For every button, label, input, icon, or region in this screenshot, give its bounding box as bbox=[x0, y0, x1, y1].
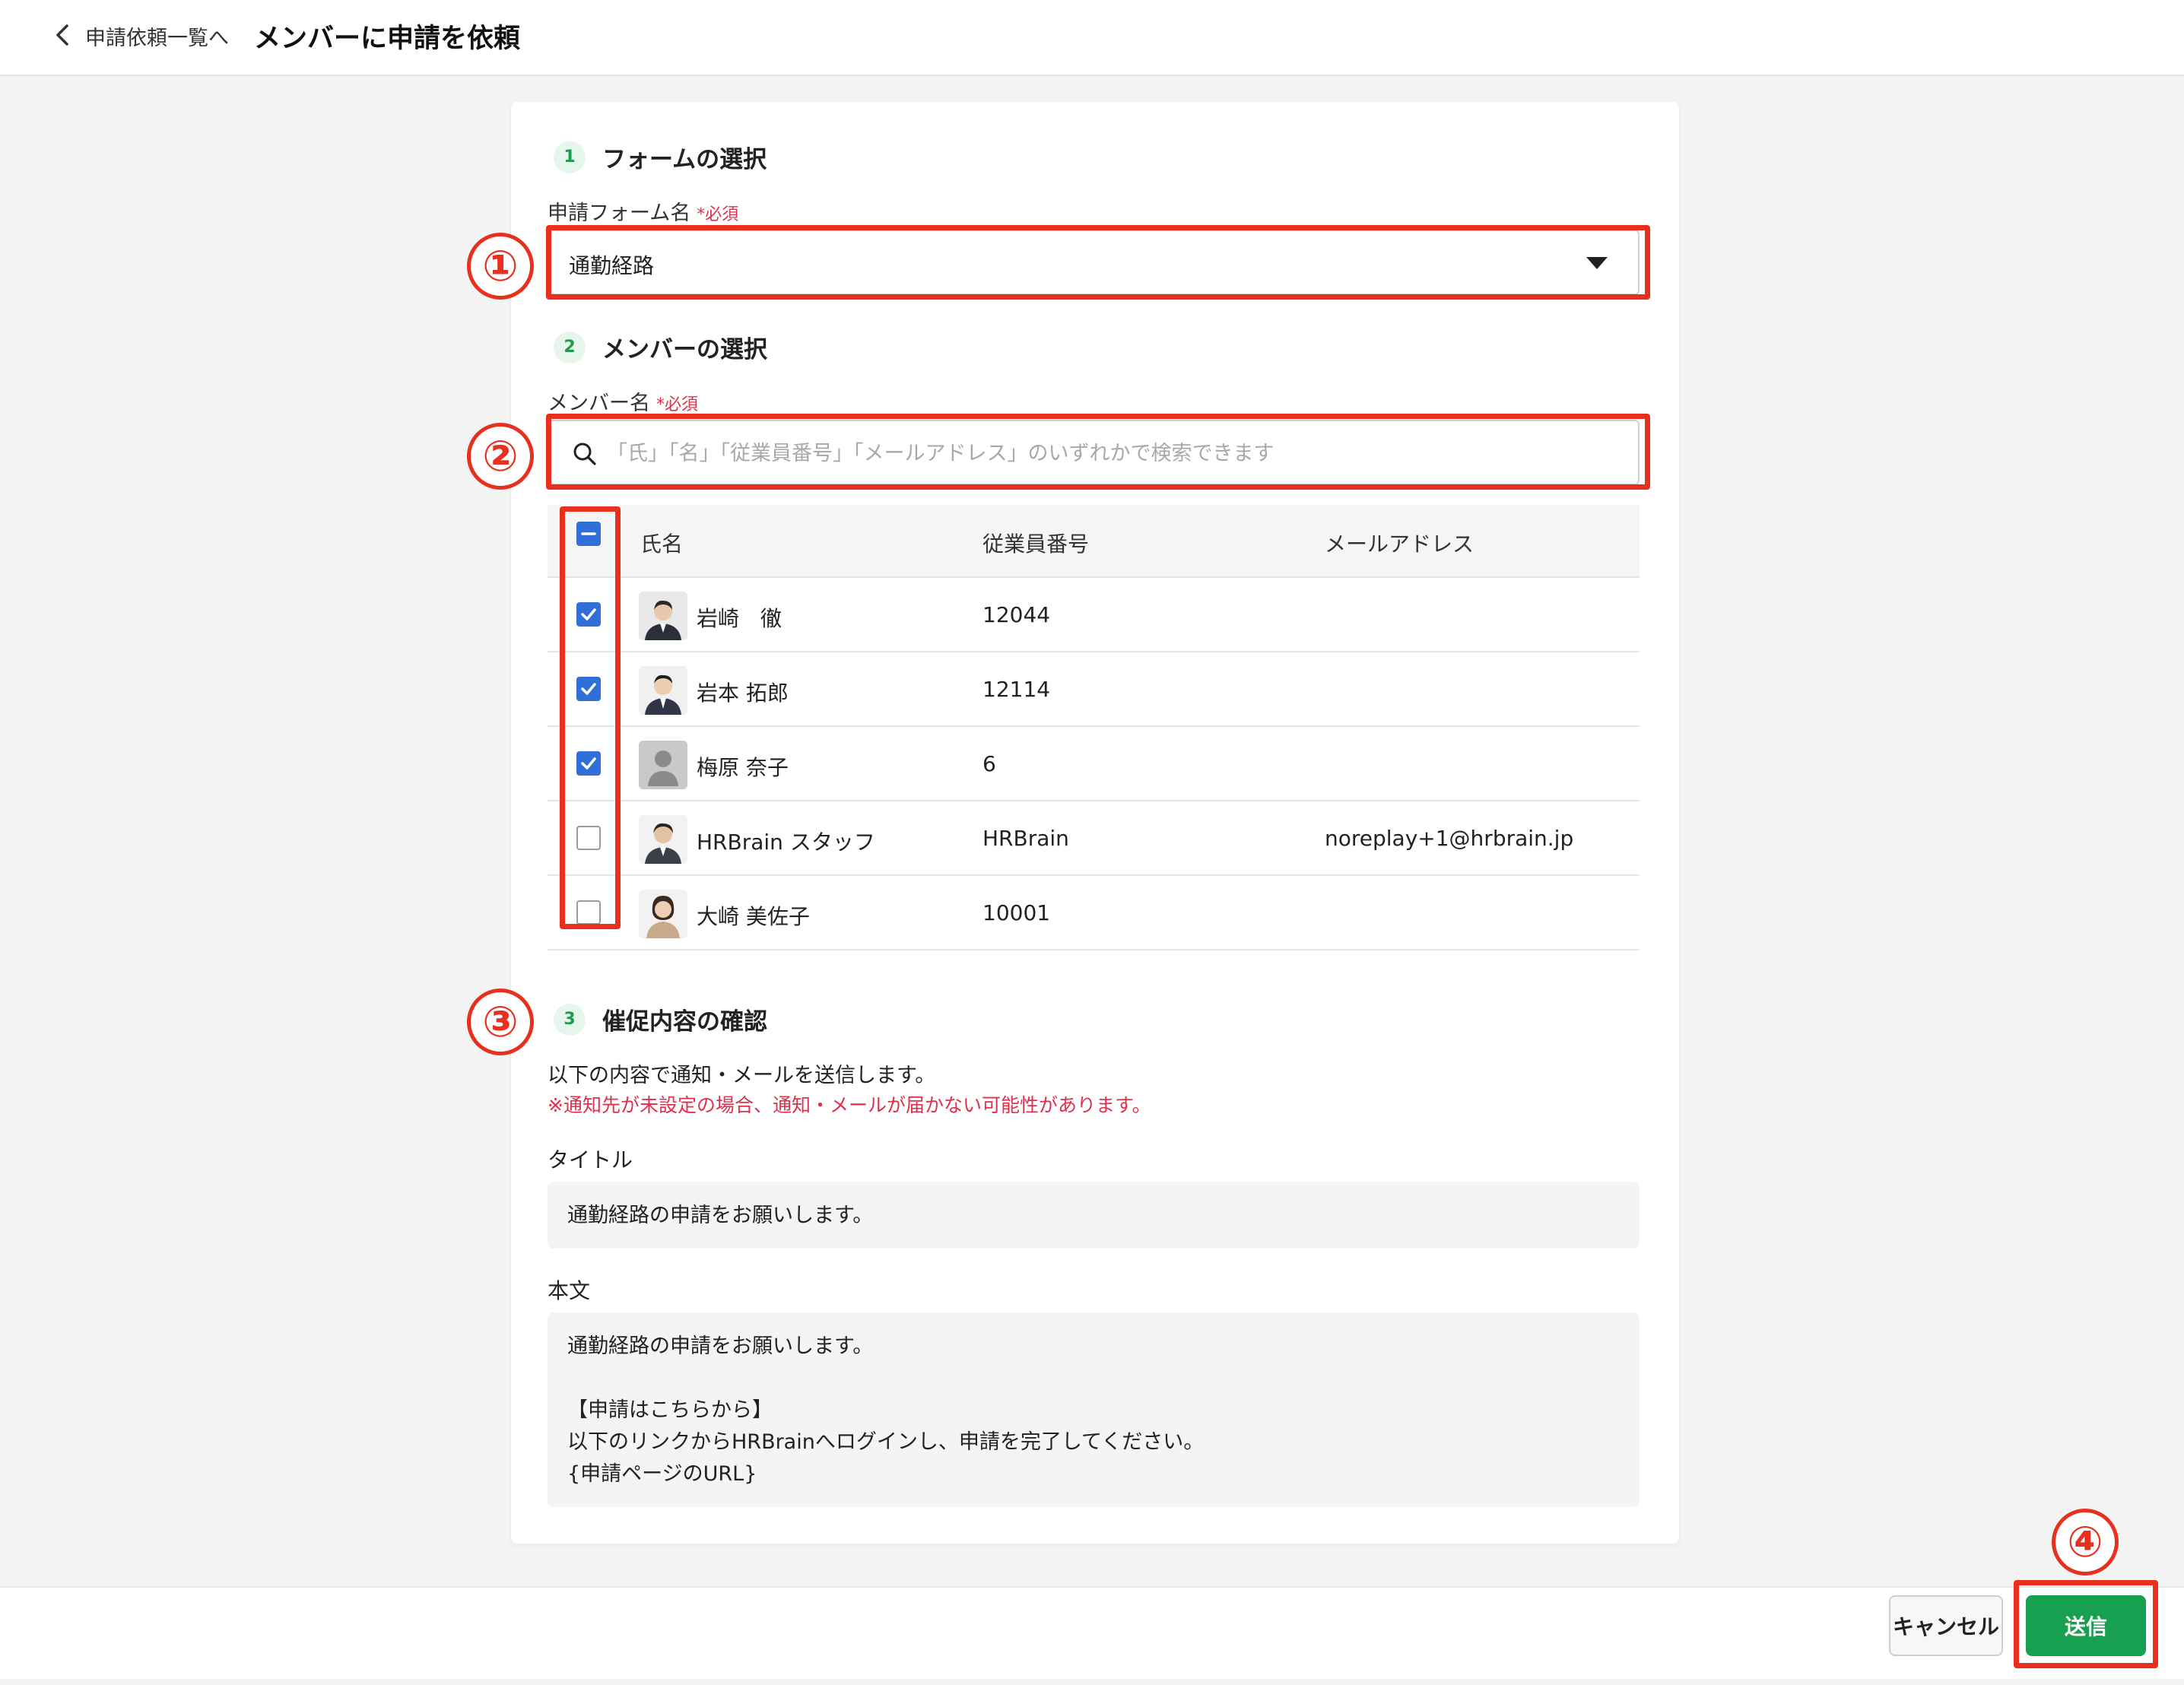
table-header: 氏名 従業員番号 メールアドレス bbox=[548, 505, 1640, 578]
annotation-marker-2: ② bbox=[467, 423, 534, 490]
table-row[interactable]: HRBrain スタッフ HRBrain noreplay+1@hrbrain.… bbox=[548, 801, 1640, 876]
message-title: 通勤経路の申請をお願いします。 bbox=[567, 1204, 874, 1227]
message-body-line: 通勤経路の申請をお願いします。 bbox=[567, 1334, 874, 1358]
employee-number: HRBrain bbox=[982, 826, 1069, 851]
table-row[interactable]: 岩本 拓郎 12114 bbox=[548, 652, 1640, 727]
step1-number: 1 bbox=[554, 141, 586, 173]
row-checkbox[interactable] bbox=[576, 900, 601, 925]
send-button[interactable]: 送信 bbox=[2026, 1595, 2146, 1656]
step3-heading: 3 催促内容の確認 bbox=[554, 1002, 767, 1036]
step2-number: 2 bbox=[554, 331, 586, 363]
member-name: 岩崎 徹 bbox=[697, 606, 782, 631]
annotation-marker-1: ① bbox=[467, 233, 534, 300]
footer-bar bbox=[0, 1586, 2184, 1679]
step1-title: フォームの選択 bbox=[602, 146, 767, 173]
annotation-marker-3: ③ bbox=[467, 988, 534, 1055]
step3-title: 催促内容の確認 bbox=[602, 1008, 767, 1036]
employee-number: 6 bbox=[982, 751, 996, 776]
page-title: メンバーに申請を依頼 bbox=[254, 24, 521, 54]
search-icon bbox=[573, 443, 596, 465]
step2-title: メンバーの選択 bbox=[602, 336, 767, 363]
row-checkbox[interactable] bbox=[576, 751, 601, 776]
member-name-label: メンバー名 *必須 bbox=[548, 386, 698, 416]
top-bar: 申請依頼一覧へ メンバーに申請を依頼 bbox=[0, 0, 2184, 76]
employee-number: 10001 bbox=[982, 900, 1051, 925]
column-header-employee-no: 従業員番号 bbox=[982, 532, 1090, 557]
message-title-box: 通勤経路の申請をお願いします。 bbox=[548, 1182, 1640, 1249]
step2-heading: 2 メンバーの選択 bbox=[554, 330, 767, 364]
form-name-label: 申請フォーム名 *必須 bbox=[548, 196, 738, 226]
request-form-card: 1 フォームの選択 申請フォーム名 *必須 通勤経路 2 メンバーの選択 メンバー… bbox=[511, 102, 1679, 1544]
message-body-line: 以下のリンクからHRBrainへログインし、申請を完了してください。 bbox=[567, 1430, 1205, 1454]
avatar bbox=[639, 592, 687, 640]
step3-number: 3 bbox=[554, 1003, 586, 1036]
member-name: 大崎 美佐子 bbox=[697, 904, 810, 929]
cancel-button[interactable]: キャンセル bbox=[1889, 1595, 2003, 1656]
member-search-box[interactable] bbox=[548, 420, 1640, 485]
message-body-line: {申請ページのURL} bbox=[567, 1462, 757, 1486]
table-row[interactable]: 梅原 奈子 6 bbox=[548, 727, 1640, 801]
form-select-value: 通勤経路 bbox=[569, 253, 655, 278]
notification-warning: ※通知先が未設定の場合、通知・メールが届かない可能性があります。 bbox=[548, 1094, 1151, 1116]
avatar bbox=[639, 890, 687, 938]
title-label: タイトル bbox=[548, 1147, 633, 1173]
member-name: HRBrain スタッフ bbox=[697, 830, 875, 855]
select-all-checkbox[interactable] bbox=[576, 522, 601, 546]
chevron-left-icon[interactable] bbox=[50, 20, 73, 50]
member-name-label-text: メンバー名 bbox=[548, 392, 650, 415]
member-table: 氏名 従業員番号 メールアドレス 岩崎 徹 12044 岩本 拓郎 12114 … bbox=[548, 505, 1640, 1016]
member-name: 梅原 奈子 bbox=[697, 755, 789, 780]
form-select[interactable]: 通勤経路 bbox=[548, 230, 1640, 295]
avatar bbox=[639, 815, 687, 864]
table-row[interactable]: 大崎 美佐子 10001 bbox=[548, 876, 1640, 950]
member-search-input[interactable] bbox=[607, 436, 1611, 470]
required-mark: *必須 bbox=[656, 395, 699, 414]
column-header-email: メールアドレス bbox=[1325, 532, 1475, 557]
caret-down-icon bbox=[1586, 257, 1608, 269]
email-address: noreplay+1@hrbrain.jp bbox=[1325, 826, 1574, 851]
row-checkbox[interactable] bbox=[576, 602, 601, 627]
table-row[interactable]: 岩崎 徹 12044 bbox=[548, 578, 1640, 652]
form-name-label-text: 申請フォーム名 bbox=[548, 202, 691, 225]
avatar-placeholder bbox=[639, 741, 687, 789]
step1-heading: 1 フォームの選択 bbox=[554, 140, 767, 174]
body-label: 本文 bbox=[548, 1278, 591, 1303]
message-body-box: 通勤経路の申請をお願いします。 【申請はこちらから】 以下のリンクからHRBra… bbox=[548, 1312, 1640, 1507]
employee-number: 12114 bbox=[982, 677, 1051, 702]
confirm-description: 以下の内容で通知・メールを送信します。 bbox=[548, 1064, 936, 1087]
row-checkbox[interactable] bbox=[576, 677, 601, 701]
avatar bbox=[639, 666, 687, 715]
back-link[interactable]: 申請依頼一覧へ bbox=[85, 21, 229, 51]
employee-number: 12044 bbox=[982, 602, 1051, 627]
message-body-line: 【申請はこちらから】 bbox=[567, 1398, 773, 1422]
annotation-marker-4: ④ bbox=[2052, 1509, 2119, 1576]
member-name: 岩本 拓郎 bbox=[697, 681, 789, 706]
required-mark: *必須 bbox=[697, 205, 739, 224]
message-body-blank-line bbox=[567, 1363, 1620, 1395]
column-header-name: 氏名 bbox=[640, 532, 684, 557]
row-checkbox[interactable] bbox=[576, 826, 601, 850]
